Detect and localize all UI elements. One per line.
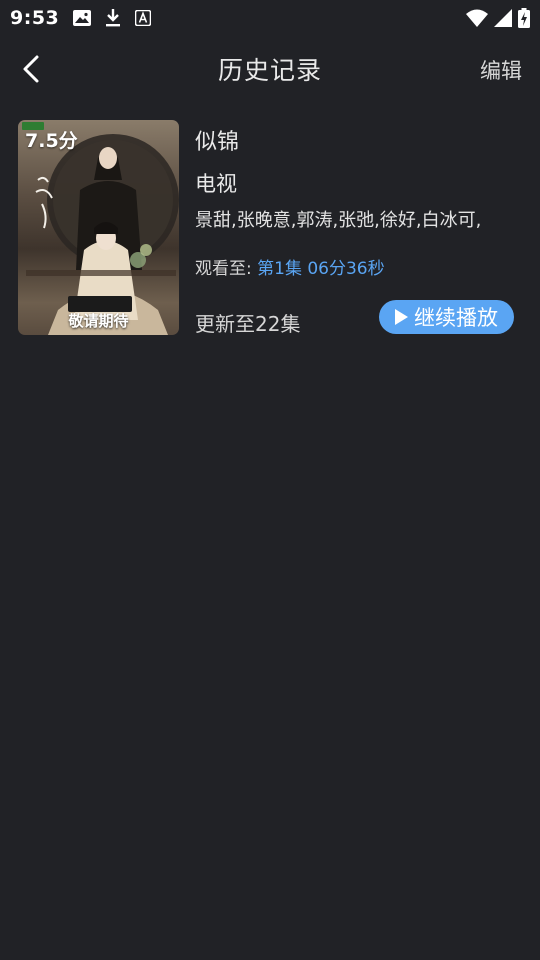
wifi-icon (466, 9, 488, 27)
continue-play-label: 继续播放 (414, 306, 498, 330)
poster-caption: 敬请期待 (68, 312, 129, 330)
page-title: 历史记录 (217, 56, 322, 85)
chevron-left-icon (21, 54, 41, 88)
show-type: 电视 (195, 172, 237, 196)
status-left: 9:53 (10, 7, 152, 29)
play-icon (395, 309, 408, 325)
watched-label: 观看至: (195, 259, 252, 279)
show-cast: 景甜,张晚意,郭涛,张弛,徐好,白冰可, (195, 210, 482, 231)
continue-play-button[interactable]: 继续播放 (379, 300, 514, 334)
poster-rating: 7.5分 (25, 130, 78, 152)
show-title[interactable]: 似锦 (195, 124, 239, 156)
status-time: 9:53 (10, 7, 60, 29)
item-info: 似锦 电视 景甜,张晚意,郭涛,张弛,徐好,白冰可, 观看至: 第1集 06分3… (195, 120, 518, 336)
download-icon (105, 9, 121, 27)
status-bar: 9:53 (0, 0, 540, 36)
history-item[interactable]: 7.5分 敬请期待 似锦 电视 景甜,张晚意,郭涛,张弛,徐好,白冰可, 观看至… (18, 120, 518, 336)
status-right (466, 8, 530, 28)
back-button[interactable] (14, 54, 48, 88)
watch-progress-row: 观看至: 第1集 06分36秒 (195, 254, 385, 279)
battery-charging-icon (518, 8, 530, 28)
image-icon (73, 10, 92, 26)
app-bar: 历史记录 编辑 (0, 40, 540, 102)
update-status: 更新至22集 (195, 312, 301, 336)
watched-progress: 第1集 06分36秒 (257, 259, 385, 279)
edit-button[interactable]: 编辑 (480, 40, 522, 102)
poster-image[interactable]: 7.5分 敬请期待 (18, 120, 179, 335)
signal-icon (494, 9, 512, 27)
font-a-icon (135, 10, 152, 26)
